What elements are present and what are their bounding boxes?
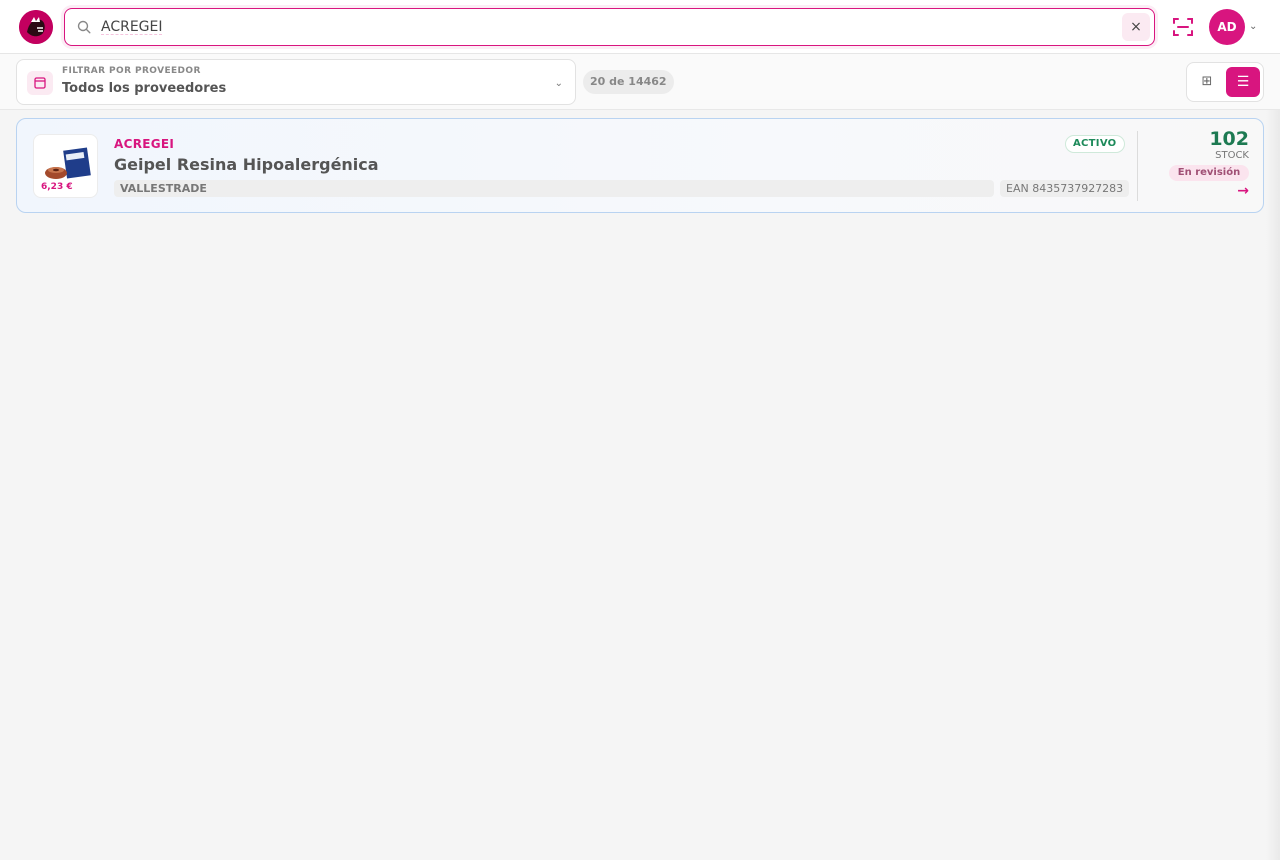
result-count-badge: 20 de 14462 bbox=[583, 70, 674, 94]
brand-logo[interactable] bbox=[19, 10, 53, 44]
top-bar: × AD ⌄ bbox=[0, 0, 1280, 54]
store-icon bbox=[27, 71, 53, 95]
supplier-label: VALLESTRADE bbox=[114, 180, 994, 197]
close-icon: × bbox=[1130, 19, 1142, 35]
filter-bar: FILTRAR POR PROVEEDOR Todos los proveedo… bbox=[0, 54, 1280, 110]
scan-button[interactable] bbox=[1171, 15, 1195, 39]
provider-filter-select[interactable]: FILTRAR POR PROVEEDOR Todos los proveedo… bbox=[16, 59, 576, 105]
user-avatar[interactable]: AD bbox=[1209, 9, 1245, 45]
search-box: × bbox=[64, 8, 1155, 46]
product-code: ACREGEI bbox=[114, 137, 175, 151]
provider-filter-label: FILTRAR POR PROVEEDOR bbox=[62, 66, 201, 76]
arrow-right-icon[interactable]: → bbox=[1237, 183, 1249, 199]
status-badge: ACTIVO bbox=[1065, 135, 1125, 153]
product-image: 6,23 € bbox=[33, 134, 98, 198]
product-name: Geipel Resina Hipoalergénica bbox=[114, 155, 379, 174]
product-card[interactable]: 6,23 € ACREGEI Geipel Resina Hipoalergén… bbox=[16, 118, 1264, 213]
stock-value: 102 bbox=[1209, 128, 1249, 150]
clear-search-button[interactable]: × bbox=[1122, 13, 1150, 41]
grid-view-button[interactable]: ⊞ bbox=[1191, 67, 1223, 97]
search-icon bbox=[77, 20, 91, 34]
list-view-button[interactable]: ☰ bbox=[1226, 67, 1260, 97]
grid-icon: ⊞ bbox=[1201, 74, 1213, 89]
chevron-down-icon: ⌄ bbox=[554, 78, 563, 89]
provider-filter-value: Todos los proveedores bbox=[62, 81, 227, 96]
review-status-badge: En revisión bbox=[1169, 165, 1249, 181]
view-toggle: ⊞ ☰ bbox=[1186, 62, 1264, 102]
ean-label: EAN 8435737927283 bbox=[1000, 180, 1130, 197]
logo-mark-icon bbox=[19, 10, 53, 44]
search-input[interactable] bbox=[101, 17, 1111, 37]
list-icon: ☰ bbox=[1236, 74, 1250, 90]
barcode-scan-icon bbox=[1173, 18, 1193, 36]
scroll-edge-shade bbox=[1266, 110, 1280, 860]
price-tag: 6,23 € bbox=[38, 181, 76, 193]
stock-label: STOCK bbox=[1215, 150, 1249, 161]
card-divider bbox=[1137, 131, 1138, 201]
chevron-down-icon[interactable]: ⌄ bbox=[1249, 21, 1257, 32]
